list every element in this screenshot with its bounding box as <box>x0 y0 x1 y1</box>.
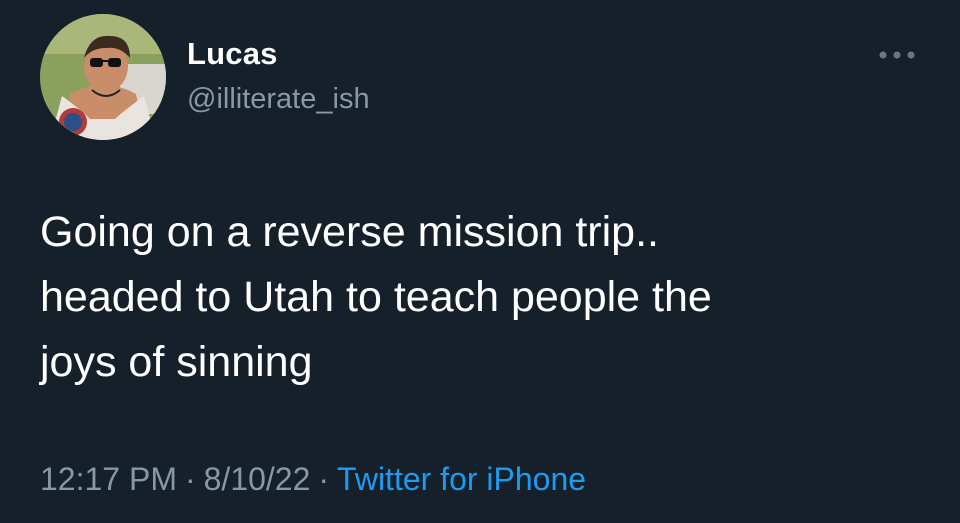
display-name[interactable]: Lucas <box>187 36 278 72</box>
separator-dot: · <box>184 461 196 497</box>
profile-photo-icon <box>40 14 166 140</box>
tweet-text: Going on a reverse mission trip.. headed… <box>40 208 712 386</box>
tweet-metadata: 12:17 PM · 8/10/22 · Twitter for iPhone <box>40 461 586 498</box>
tweet-source-link[interactable]: Twitter for iPhone <box>337 461 586 498</box>
more-horizontal-icon <box>879 51 915 59</box>
user-handle[interactable]: @illiterate_ish <box>187 83 370 116</box>
tweet-card: Lucas @illiterate_ish Going on a reverse… <box>0 0 960 523</box>
separator-dot: · <box>318 461 330 497</box>
tweet-date[interactable]: 8/10/22 <box>204 461 311 498</box>
tweet-time[interactable]: 12:17 PM <box>40 461 177 498</box>
more-options-button[interactable] <box>874 40 920 70</box>
avatar[interactable] <box>40 14 166 140</box>
